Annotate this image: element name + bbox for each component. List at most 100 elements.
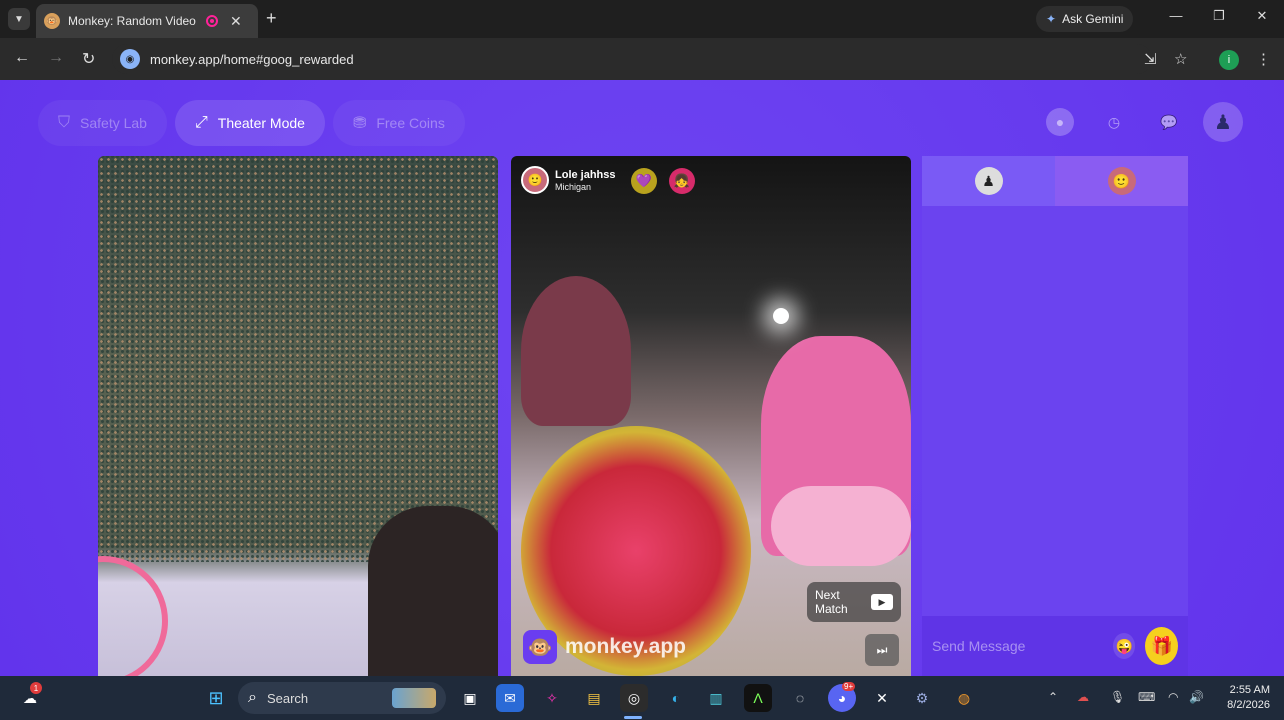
video-figure-shape: [521, 276, 631, 426]
gemini-sparkle-icon: ✦: [1046, 12, 1057, 26]
microphone-icon[interactable]: 🎙: [1110, 690, 1125, 704]
monkey-page: ⛉ Safety Lab ⤢ Theater Mode ⛃ Free Coins…: [0, 80, 1284, 676]
back-arrow-icon[interactable]: ←: [14, 49, 30, 67]
chat-tab-match[interactable]: 🙂: [1055, 156, 1188, 206]
tab-title: Monkey: Random Video Ch: [68, 14, 198, 28]
browser-toolbar: ← → ↻ ◉ monkey.app/home#goog_rewarded ⇲ …: [0, 38, 1284, 80]
browser-tab-bar: ▼ 🐵 Monkey: Random Video Ch ✕ + ✦ Ask Ge…: [0, 0, 1284, 38]
url-text: monkey.app/home#goog_rewarded: [150, 51, 354, 67]
ask-gemini-button[interactable]: ✦ Ask Gemini: [1036, 6, 1134, 32]
safety-lab-label: Safety Lab: [80, 115, 147, 131]
app-circle-icon[interactable]: ◌: [786, 684, 814, 712]
outlook-icon[interactable]: ✉: [496, 684, 524, 712]
match-video-feed: 🙂 Lole jahhss Michigan 💜 👧 Next Match ▶ …: [511, 156, 911, 676]
brand-text: monkey.app: [565, 635, 686, 658]
site-info-icon[interactable]: ◉: [120, 49, 140, 69]
restore-icon[interactable]: ❐: [1209, 8, 1229, 24]
match-location: Michigan: [555, 181, 592, 192]
ask-gemini-label: Ask Gemini: [1062, 12, 1124, 26]
top-nav: ⛉ Safety Lab ⤢ Theater Mode ⛃ Free Coins: [38, 100, 465, 146]
coins-icon: ⛃: [352, 115, 367, 132]
theater-mode-button[interactable]: ⤢ Theater Mode: [174, 100, 325, 146]
discord-badge: 9+: [842, 682, 856, 691]
clock-date: 8/2/2026: [1227, 699, 1270, 711]
wifi-icon[interactable]: ◠: [1168, 690, 1178, 704]
video-light-shape: [773, 308, 789, 324]
gift-icon[interactable]: 🎁: [1145, 627, 1178, 665]
video-figure-shape-3: [771, 486, 911, 566]
emoji-icon[interactable]: 😜: [1113, 633, 1136, 659]
safety-lab-button[interactable]: ⛉ Safety Lab: [38, 100, 167, 146]
more-menu-icon[interactable]: ⋮: [1256, 50, 1271, 68]
minimize-icon[interactable]: —: [1166, 8, 1186, 23]
tab-close-icon[interactable]: ✕: [230, 13, 242, 30]
chat-tabs: ♟ 🙂: [922, 156, 1188, 206]
edge-icon[interactable]: ◐: [662, 684, 690, 712]
windows-taskbar: ☁ 1 ⊞ ⌕ Search ▣ ✉ ✧ ▤ ◎ ◐ ▥ Λ ◌ ◕ 9+ ✕ …: [0, 676, 1284, 720]
tab-list-chevron-icon[interactable]: ▼: [8, 8, 30, 30]
install-app-icon[interactable]: ⇲: [1144, 50, 1157, 68]
self-silhouette-icon: ♟: [974, 167, 1003, 195]
taskbar-search[interactable]: ⌕ Search: [238, 682, 446, 714]
my-profile-icon[interactable]: ♟: [1203, 102, 1243, 142]
file-explorer-icon[interactable]: ▤: [580, 684, 608, 712]
forward-arrow-icon[interactable]: →: [48, 49, 64, 67]
self-video-feed: [98, 156, 498, 676]
tray-cloud-icon[interactable]: ☁: [1077, 690, 1089, 704]
store-icon[interactable]: ▥: [702, 684, 730, 712]
keyboard-icon[interactable]: ⌨: [1138, 690, 1155, 704]
taskbar-clock[interactable]: 2:55 AM 8/2/2026: [1214, 683, 1270, 713]
steam-icon[interactable]: ⚙: [908, 684, 936, 712]
heart-badge-icon[interactable]: 💜: [631, 168, 657, 194]
chat-tab-self[interactable]: ♟: [922, 156, 1055, 206]
clock-time: 2:55 AM: [1229, 684, 1270, 696]
windows-start-icon[interactable]: ⊞: [202, 684, 230, 712]
capcut-icon[interactable]: ✕: [868, 684, 896, 712]
bookmark-star-icon[interactable]: ☆: [1174, 50, 1187, 68]
match-name: Lole jahhss: [555, 168, 616, 181]
tray-chevron-icon[interactable]: ⌃: [1048, 690, 1058, 704]
self-person-shape: [368, 506, 498, 676]
figure-badge-icon[interactable]: 👧: [669, 168, 695, 194]
match-info[interactable]: 🙂 Lole jahhss Michigan: [521, 166, 616, 194]
chat-input-bar: 😜 🎁: [922, 616, 1188, 676]
search-highlight-image: [392, 688, 436, 708]
recording-indicator-icon: [206, 15, 218, 27]
chrome-icon[interactable]: ◎: [620, 684, 648, 712]
search-label: Search: [266, 690, 309, 706]
browser-tab[interactable]: 🐵 Monkey: Random Video Ch ✕: [36, 4, 258, 38]
user-avatar-icon[interactable]: ●: [1046, 108, 1074, 136]
monkey-watermark: 🐵 monkey.app: [523, 630, 686, 664]
next-match-label: Next Match: [815, 588, 848, 616]
app-terminal-icon[interactable]: Λ: [744, 684, 772, 712]
chat-bubble-icon[interactable]: 💬: [1155, 108, 1183, 136]
notification-badge: 1: [30, 682, 42, 694]
monkey-logo-icon: 🐵: [523, 630, 557, 664]
copilot-icon[interactable]: ✧: [538, 684, 566, 712]
match-avatar-icon: 🙂: [1107, 167, 1136, 195]
next-match-button[interactable]: Next Match ▶: [807, 582, 901, 622]
free-coins-button[interactable]: ⛃ Free Coins: [332, 100, 465, 146]
play-icon: ▶: [871, 594, 893, 610]
chat-panel: ♟ 🙂 😜 🎁: [922, 156, 1188, 676]
active-app-indicator: [624, 716, 642, 719]
expand-icon: ⤢: [194, 114, 208, 131]
search-icon: ⌕: [248, 689, 257, 706]
theater-mode-label: Theater Mode: [217, 115, 305, 131]
ring-light-shape: [98, 556, 168, 676]
volume-icon[interactable]: 🔊: [1189, 690, 1204, 704]
task-view-icon[interactable]: ▣: [456, 684, 484, 712]
free-coins-label: Free Coins: [376, 115, 445, 131]
send-message-input[interactable]: [932, 638, 1113, 654]
reload-icon[interactable]: ↻: [82, 49, 95, 69]
new-tab-button[interactable]: +: [266, 8, 277, 29]
shield-icon: ⛉: [58, 114, 71, 131]
match-avatar[interactable]: 🙂: [521, 166, 549, 194]
skip-icon[interactable]: ⏭: [865, 634, 899, 666]
close-window-icon[interactable]: ✕: [1252, 8, 1272, 24]
history-clock-icon[interactable]: ◷: [1100, 108, 1128, 136]
address-bar[interactable]: ◉ monkey.app/home#goog_rewarded: [112, 44, 1152, 74]
profile-avatar[interactable]: i: [1219, 50, 1239, 70]
app-orange-icon[interactable]: ◍: [950, 684, 978, 712]
monkey-favicon-icon: 🐵: [44, 13, 60, 29]
